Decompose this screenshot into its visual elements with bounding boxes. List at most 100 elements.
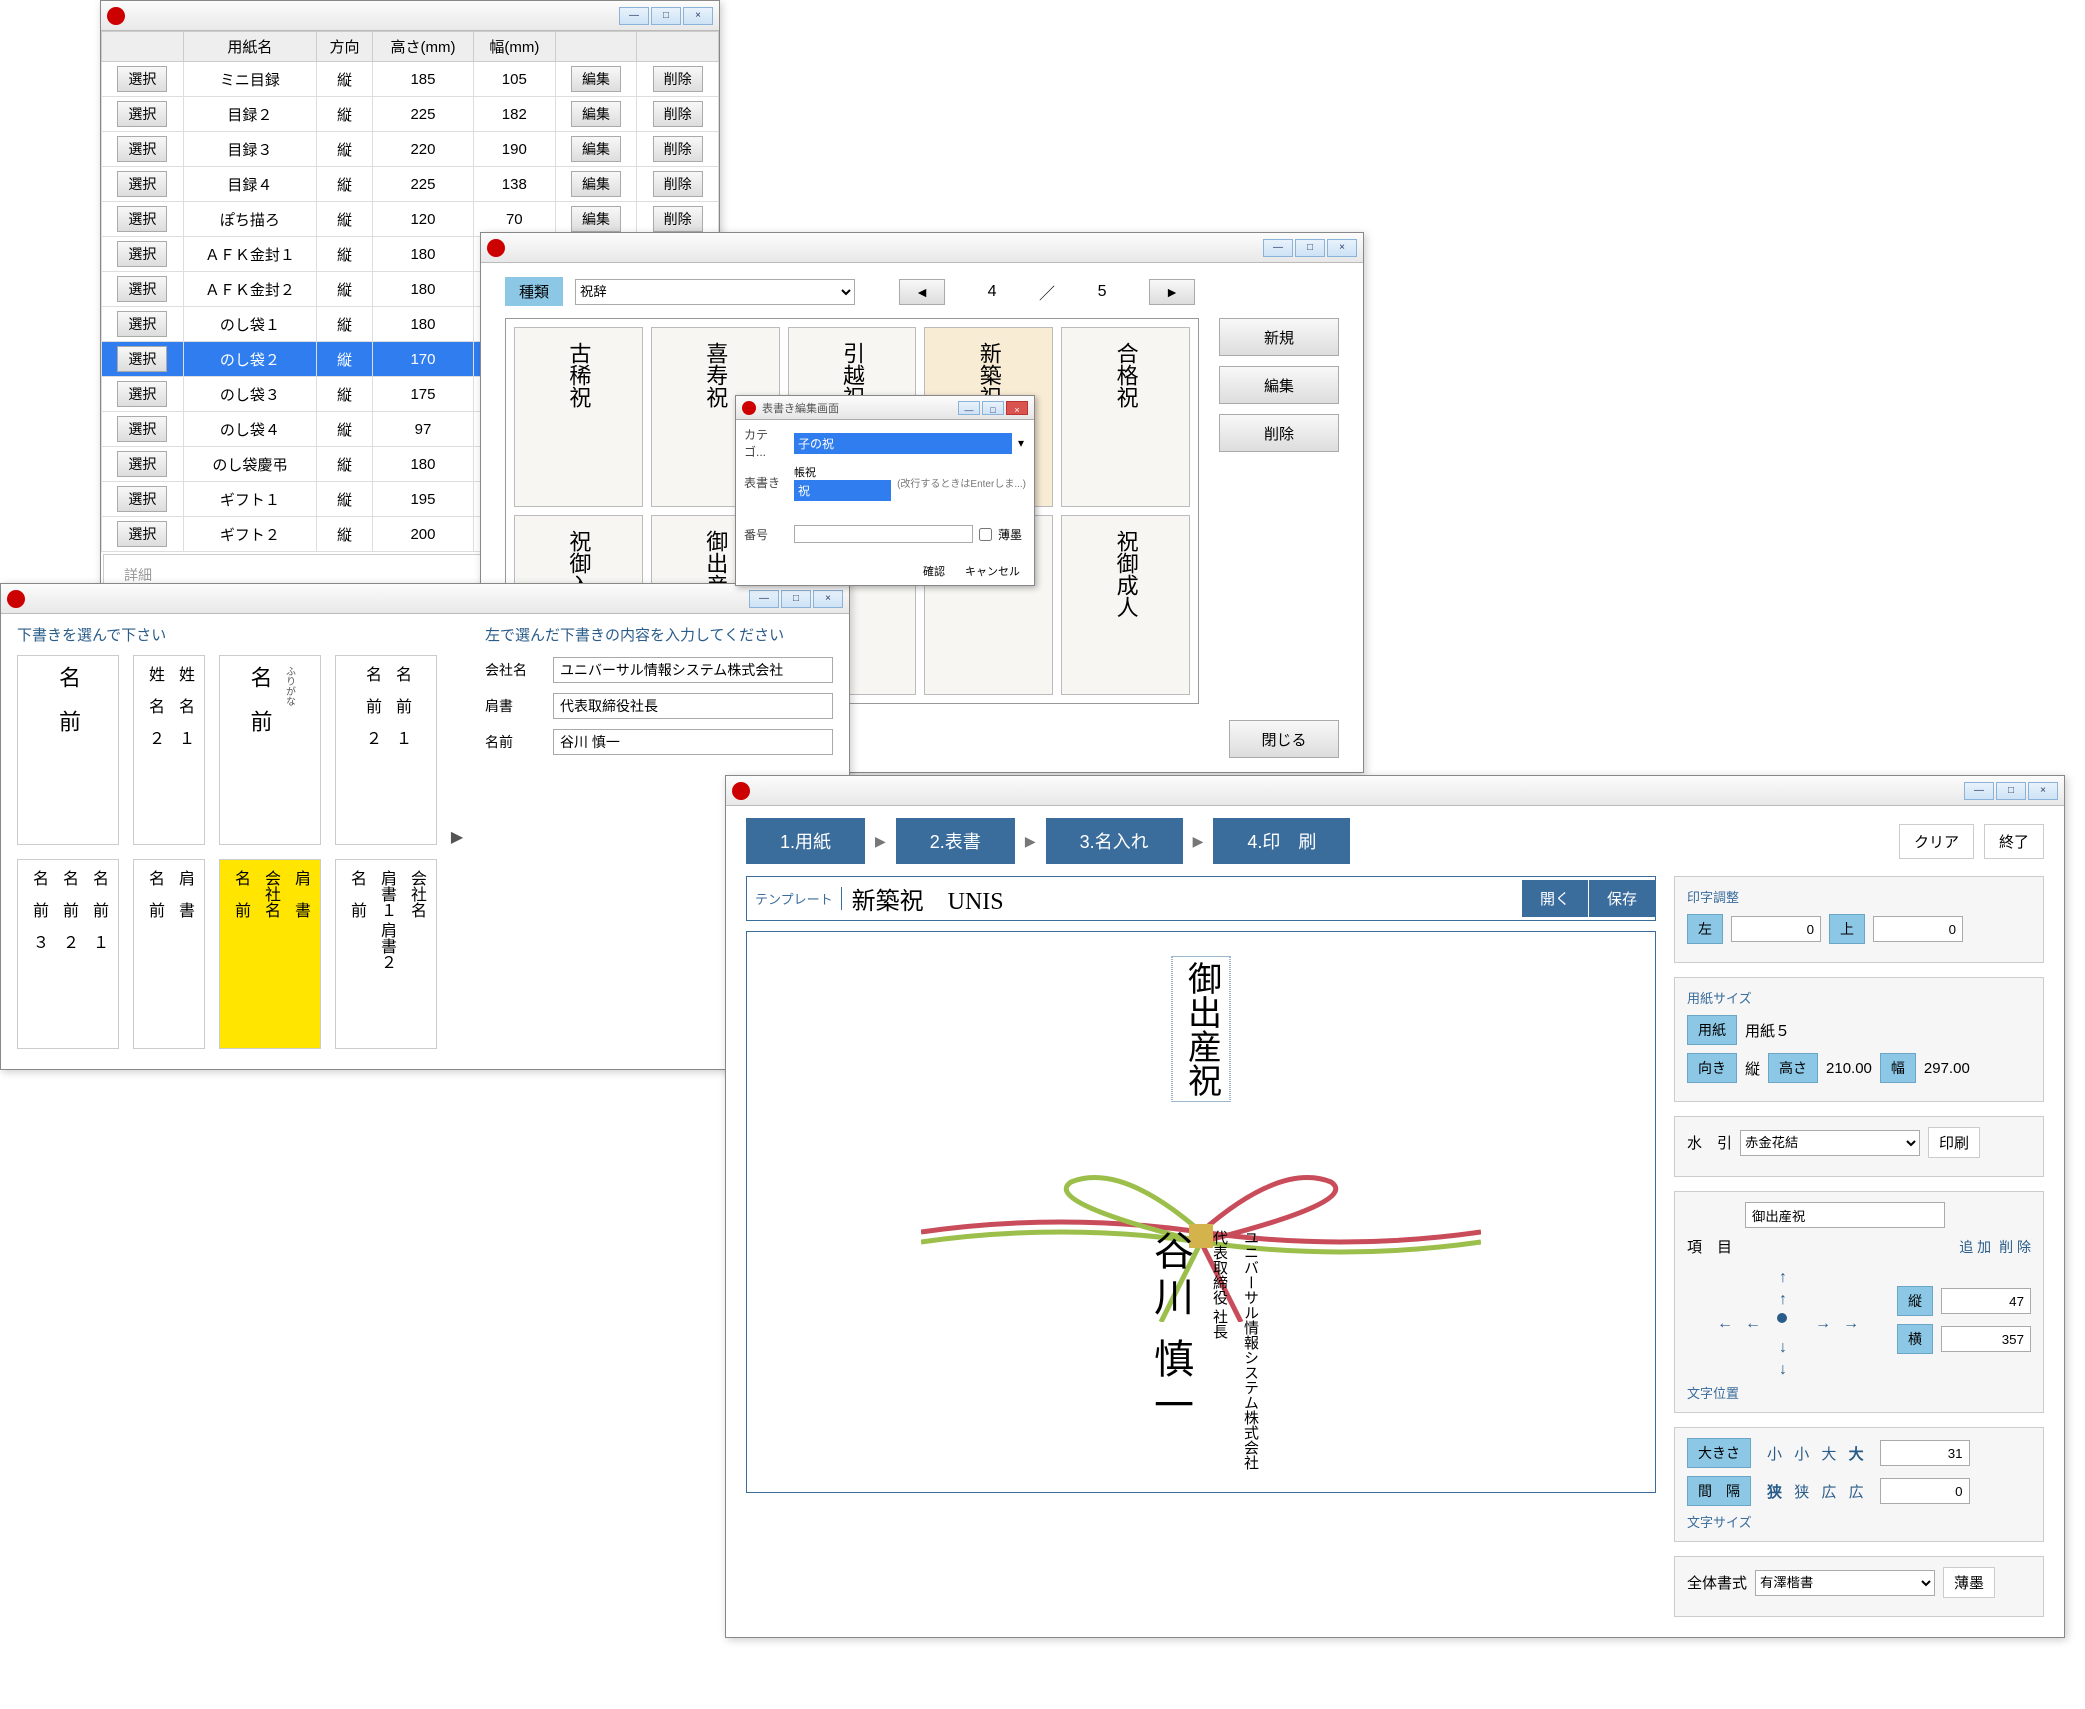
left-input[interactable] <box>1731 916 1821 942</box>
select-button[interactable]: 選択 <box>117 101 167 127</box>
step-3-button[interactable]: 3.名入れ <box>1046 818 1183 864</box>
number-input[interactable] <box>794 525 973 543</box>
space-input[interactable] <box>1880 1478 1970 1504</box>
title-input[interactable] <box>553 693 833 719</box>
space-opt-narrow2[interactable]: 狭 <box>1794 1484 1809 1501</box>
type-select[interactable]: 祝辞 <box>575 279 855 305</box>
page-next-button[interactable]: ► <box>1149 279 1195 305</box>
minimize-button[interactable]: — <box>749 590 779 608</box>
minimize-button[interactable]: — <box>1263 239 1293 257</box>
edit-button[interactable]: 編集 <box>571 101 621 127</box>
page-prev-button[interactable]: ◄ <box>899 279 945 305</box>
step-1-button[interactable]: 1.用紙 <box>746 818 865 864</box>
space-opt-narrow1[interactable]: 狭 <box>1767 1484 1782 1501</box>
omote-opt2[interactable]: 祝 <box>794 480 891 501</box>
select-button[interactable]: 選択 <box>117 416 167 442</box>
titlebar[interactable]: — □ × <box>1 584 849 614</box>
titlebar[interactable]: — □ × <box>726 776 2064 806</box>
select-button[interactable]: 選択 <box>117 311 167 337</box>
omote-card[interactable]: 合格祝 <box>1061 327 1190 507</box>
delete-item-button[interactable]: 削 除 <box>1999 1237 2031 1257</box>
edit-button[interactable]: 編集 <box>1219 366 1339 404</box>
edit-button[interactable]: 編集 <box>571 66 621 92</box>
arrow-right-icon[interactable]: → <box>1815 1315 1831 1333</box>
delete-button[interactable]: 削除 <box>653 171 703 197</box>
close-button[interactable]: × <box>813 590 843 608</box>
h-input[interactable] <box>1941 1326 2031 1352</box>
maximize-button[interactable]: □ <box>651 7 681 25</box>
delete-button[interactable]: 削除 <box>653 136 703 162</box>
name-template-card[interactable]: 名 前 <box>17 655 119 845</box>
thin-ink-checkbox[interactable] <box>979 528 992 541</box>
maximize-button[interactable]: □ <box>1996 782 2026 800</box>
exit-button[interactable]: 終了 <box>1984 824 2044 859</box>
omote-card[interactable]: 古稀祝 <box>514 327 643 507</box>
name-template-card[interactable]: 肩 書名 前 <box>133 859 205 1049</box>
select-button[interactable]: 選択 <box>117 381 167 407</box>
top-input[interactable] <box>1873 916 1963 942</box>
titlebar[interactable]: — □ × <box>481 233 1363 263</box>
print-button[interactable]: 印刷 <box>1928 1127 1980 1158</box>
table-row[interactable]: 選択ミニ目録縦185105編集削除 <box>102 62 719 97</box>
category-value[interactable]: 子の祝 <box>794 433 1012 454</box>
new-button[interactable]: 新規 <box>1219 318 1339 356</box>
company-input[interactable] <box>553 657 833 683</box>
arrow-down-far-icon[interactable]: ↓ <box>1779 1361 1787 1379</box>
font-select[interactable]: 有澤楷書 <box>1755 1570 1935 1596</box>
minimize-button[interactable]: — <box>1964 782 1994 800</box>
select-button[interactable]: 選択 <box>117 66 167 92</box>
arrow-left-far-icon[interactable]: ← <box>1717 1315 1733 1333</box>
name-template-card[interactable]: 会社名肩書１ 肩書２名 前 <box>335 859 437 1049</box>
table-row[interactable]: 選択目録３縦220190編集削除 <box>102 132 719 167</box>
v-input[interactable] <box>1941 1288 2031 1314</box>
size-opt-large1[interactable]: 大 <box>1821 1446 1836 1463</box>
select-button[interactable]: 選択 <box>117 241 167 267</box>
select-button[interactable]: 選択 <box>117 346 167 372</box>
step-4-button[interactable]: 4.印 刷 <box>1213 818 1350 864</box>
dialog-titlebar[interactable]: 表書き編集画面 — □ × <box>736 396 1034 420</box>
edit-button[interactable]: 編集 <box>571 171 621 197</box>
space-opt-wide2[interactable]: 広 <box>1849 1484 1864 1501</box>
table-row[interactable]: 選択目録４縦225138編集削除 <box>102 167 719 202</box>
select-button[interactable]: 選択 <box>117 451 167 477</box>
size-input[interactable] <box>1880 1440 1970 1466</box>
item-input[interactable] <box>1745 1202 1945 1228</box>
size-opt-small1[interactable]: 小 <box>1767 1446 1782 1463</box>
maximize-button[interactable]: □ <box>781 590 811 608</box>
add-button[interactable]: 追 加 <box>1959 1237 1991 1257</box>
mizuhiki-select[interactable]: 赤金花結 <box>1740 1130 1920 1156</box>
edit-button[interactable]: 編集 <box>571 136 621 162</box>
close-button-bottom[interactable]: 閉じる <box>1229 720 1339 758</box>
arrow-up-far-icon[interactable]: ↑ <box>1779 1269 1787 1287</box>
select-button[interactable]: 選択 <box>117 521 167 547</box>
delete-button[interactable]: 削除 <box>1219 414 1339 452</box>
open-button[interactable]: 開く <box>1522 880 1588 917</box>
name-template-card[interactable]: 名 前 １名 前 ２名 前 ３ <box>17 859 119 1049</box>
space-opt-wide1[interactable]: 広 <box>1821 1484 1836 1501</box>
thin-ink-button[interactable]: 薄墨 <box>1943 1567 1995 1598</box>
name-template-card[interactable]: 肩 書会社名名 前 <box>219 859 321 1049</box>
name-template-card[interactable]: ふりがな名 前 <box>219 655 321 845</box>
select-button[interactable]: 選択 <box>117 206 167 232</box>
close-button[interactable]: × <box>683 7 713 25</box>
minimize-button[interactable]: — <box>619 7 649 25</box>
close-button[interactable]: × <box>2028 782 2058 800</box>
edit-button[interactable]: 編集 <box>571 206 621 232</box>
select-button[interactable]: 選択 <box>117 171 167 197</box>
delete-button[interactable]: 削除 <box>653 66 703 92</box>
select-button[interactable]: 選択 <box>117 486 167 512</box>
delete-button[interactable]: 削除 <box>653 206 703 232</box>
noshi-canvas[interactable]: 御出産祝 ユニバーサル情報システム株式会社 <box>757 942 1645 1482</box>
arrow-right-far-icon[interactable]: → <box>1843 1315 1859 1333</box>
select-button[interactable]: 選択 <box>117 136 167 162</box>
clear-button[interactable]: クリア <box>1899 824 1974 859</box>
step-2-button[interactable]: 2.表書 <box>896 818 1015 864</box>
table-row[interactable]: 選択目録２縦225182編集削除 <box>102 97 719 132</box>
close-button[interactable]: × <box>1327 239 1357 257</box>
cancel-button[interactable]: キャンセル <box>965 563 1020 579</box>
delete-button[interactable]: 削除 <box>653 101 703 127</box>
center-dot-icon[interactable] <box>1777 1313 1787 1323</box>
omote-card[interactable]: 祝御成人 <box>1061 515 1190 695</box>
maximize-button[interactable]: □ <box>1295 239 1325 257</box>
arrow-down-icon[interactable]: ↓ <box>1779 1339 1787 1357</box>
